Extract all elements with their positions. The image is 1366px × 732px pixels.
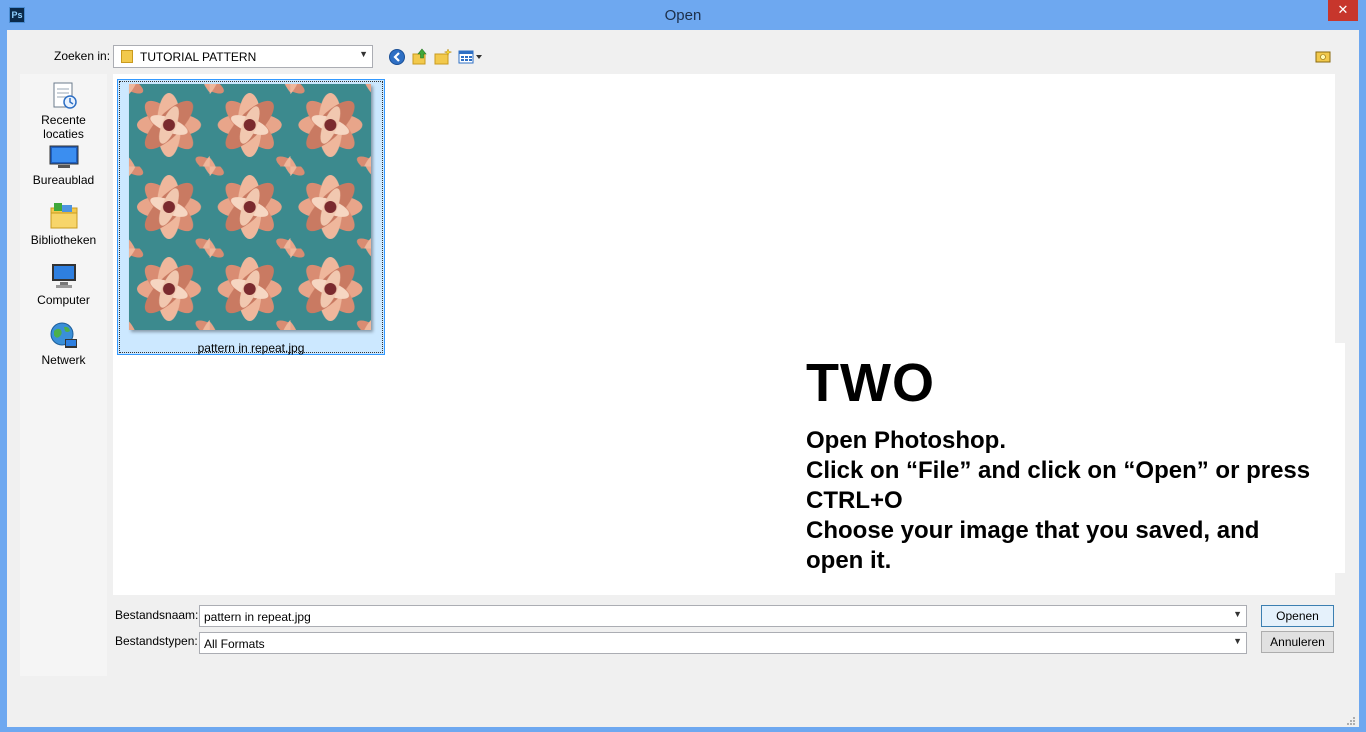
- file-name: pattern in repeat.jpg: [197, 341, 305, 355]
- libraries-icon: [50, 203, 77, 229]
- window-frame-bottom: [0, 727, 1366, 732]
- place-recent-locations[interactable]: Recente locaties: [20, 80, 107, 141]
- filetype-dropdown[interactable]: All Formats ▼: [199, 632, 1247, 654]
- filetype-value: All Formats: [204, 637, 265, 651]
- places-bar: Recente locaties Bureaublad Bibliotheken…: [20, 74, 107, 676]
- tutorial-line: CTRL+O: [806, 487, 903, 514]
- tutorial-line: Click on “File” and click on “Open” or p…: [806, 457, 1311, 484]
- filename-value: pattern in repeat.jpg: [204, 610, 311, 624]
- cancel-button[interactable]: Annuleren: [1261, 631, 1334, 653]
- filename-input[interactable]: pattern in repeat.jpg ▼: [199, 605, 1247, 627]
- place-libraries[interactable]: Bibliotheken: [20, 200, 107, 247]
- chevron-down-icon: ▼: [359, 49, 368, 59]
- chevron-down-icon[interactable]: ▼: [1233, 609, 1242, 619]
- place-label: Recente locaties: [41, 113, 86, 141]
- image-thumbnail: [129, 84, 371, 330]
- place-label: Netwerk: [41, 353, 86, 367]
- recent-locations-icon: [53, 82, 77, 109]
- computer-icon: [51, 264, 76, 288]
- view-menu-icon[interactable]: [458, 48, 484, 66]
- place-label: Bureaublad: [32, 173, 95, 187]
- file-item[interactable]: pattern in repeat.jpg: [117, 79, 385, 355]
- lookin-label: Zoeken in:: [54, 49, 111, 63]
- open-button[interactable]: Openen: [1261, 605, 1334, 627]
- title-bar[interactable]: Ps Open ✕: [0, 0, 1366, 30]
- window-title: Open: [664, 7, 702, 24]
- lookin-value: TUTORIAL PATTERN: [140, 50, 257, 64]
- window-frame-left: [0, 30, 7, 732]
- overlay-panel: [1335, 343, 1345, 573]
- folder-icon: [121, 50, 133, 63]
- window-frame-right: [1359, 30, 1366, 732]
- new-folder-icon[interactable]: [1315, 49, 1331, 63]
- tutorial-line: Open Photoshop.: [806, 427, 1006, 454]
- resize-grip-icon[interactable]: [1346, 716, 1356, 726]
- filetype-label: Bestandstypen:: [115, 634, 198, 648]
- place-network[interactable]: Netwerk: [20, 320, 107, 367]
- new-folder-icon[interactable]: [434, 48, 452, 66]
- filename-label: Bestandsnaam:: [115, 608, 199, 622]
- place-label: Computer: [37, 293, 90, 307]
- chevron-down-icon: ▼: [1233, 636, 1242, 646]
- up-folder-icon[interactable]: [411, 48, 429, 66]
- back-icon[interactable]: [388, 48, 406, 66]
- place-computer[interactable]: Computer: [20, 260, 107, 307]
- place-label: Bibliotheken: [30, 233, 97, 247]
- tutorial-line: Choose your image that you saved, and: [806, 517, 1260, 544]
- network-icon: [50, 322, 77, 348]
- tutorial-heading: TWO: [806, 353, 935, 413]
- tutorial-line: open it.: [806, 547, 892, 574]
- close-button[interactable]: ✕: [1328, 0, 1358, 21]
- desktop-icon: [49, 145, 78, 168]
- lookin-dropdown[interactable]: TUTORIAL PATTERN ▼: [113, 45, 373, 68]
- place-desktop[interactable]: Bureaublad: [20, 140, 107, 187]
